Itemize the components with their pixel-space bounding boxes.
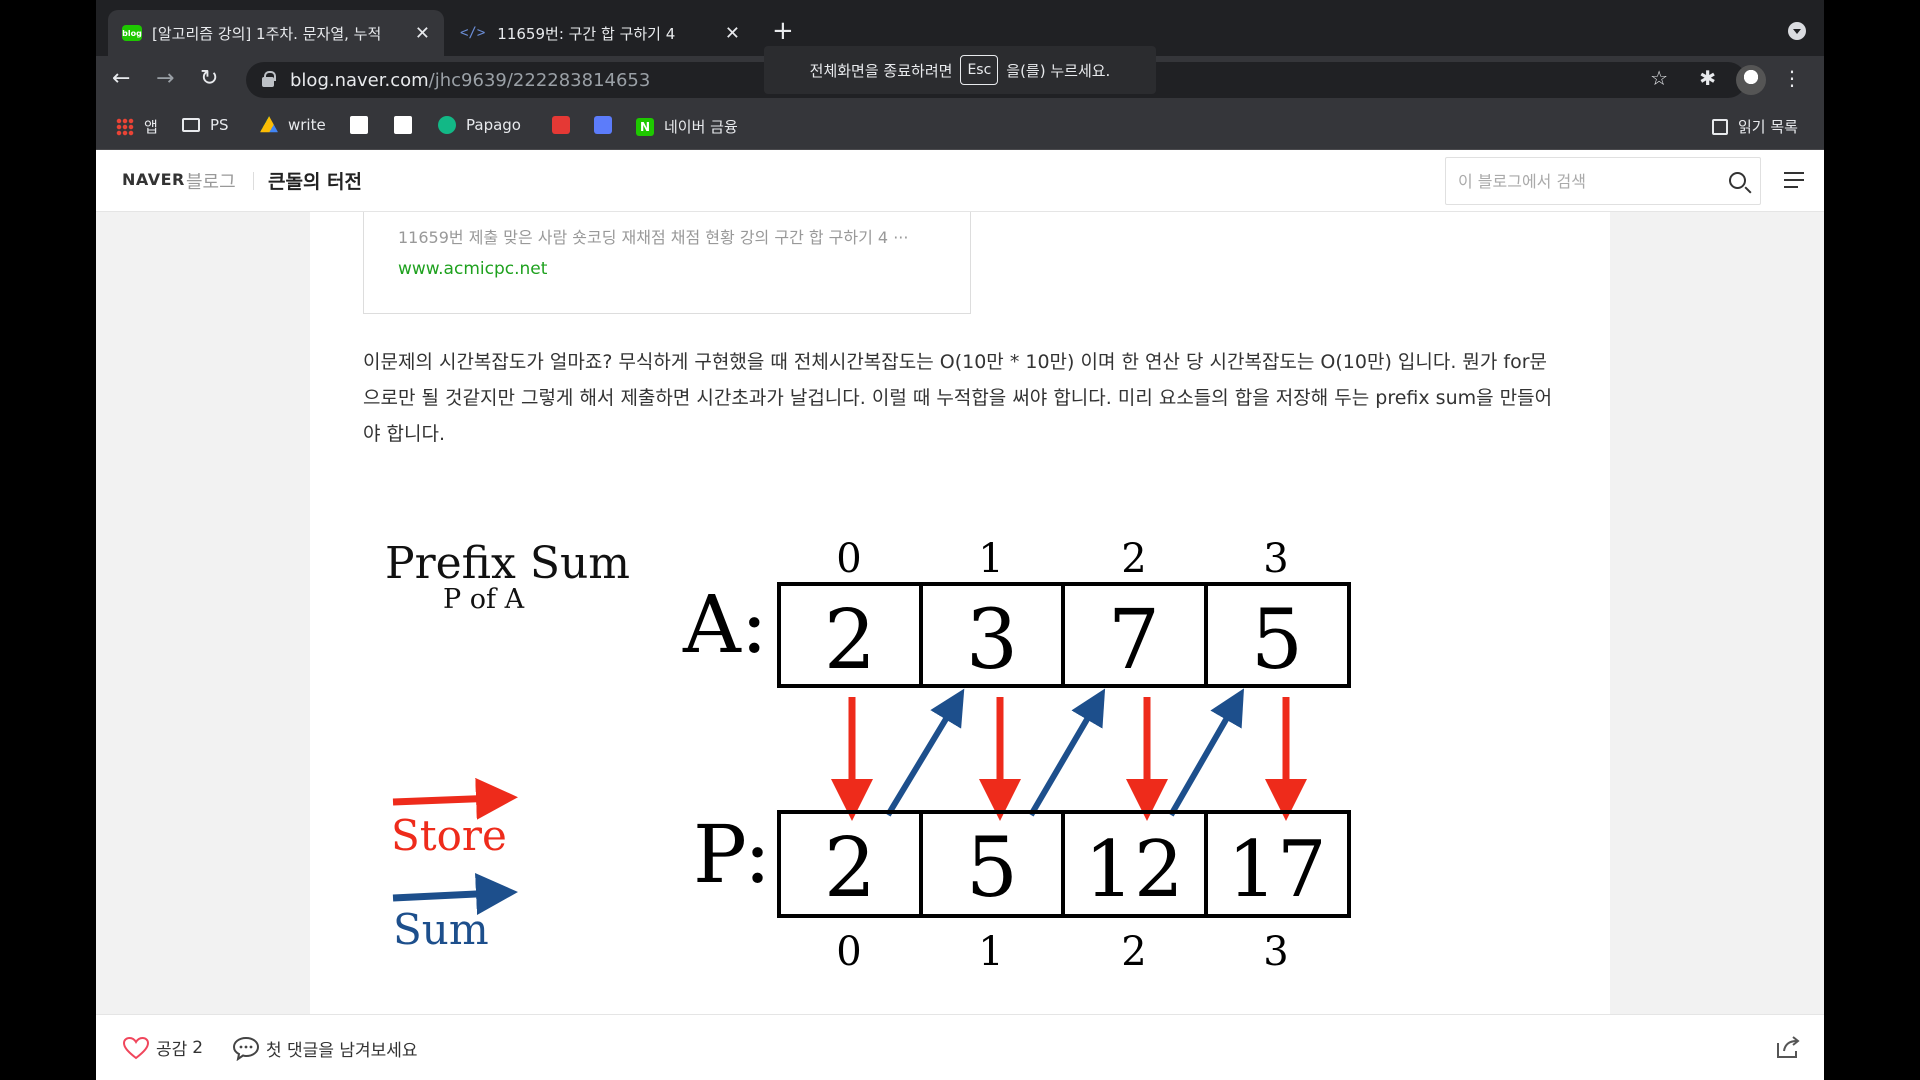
index-label: 2	[1121, 536, 1146, 582]
play-icon	[394, 116, 412, 134]
like-count: 2	[192, 1037, 204, 1058]
site-icon	[594, 116, 612, 134]
like-label: 공감	[156, 1040, 188, 1060]
extensions-icon[interactable]: ✱	[1699, 66, 1716, 90]
reading-list-button[interactable]: 읽기 목록	[1712, 116, 1798, 137]
bookmark-ps[interactable]: PS	[182, 116, 229, 134]
sum-arrow	[885, 688, 965, 817]
forward-arrow-icon[interactable]: →	[156, 66, 174, 91]
link-url[interactable]: www.acmicpc.net	[398, 259, 547, 279]
naver-blog-label[interactable]: 블로그	[186, 168, 236, 194]
profile-avatar[interactable]	[1736, 65, 1766, 95]
sum-arrow	[1168, 688, 1244, 817]
post-paragraph: 이문제의 시간복잡도가 얼마죠? 무식하게 구현했을 때 전체시간복잡도는 O(…	[363, 351, 1553, 445]
diagram-title: Prefix Sum	[385, 538, 630, 589]
toast-text-after: 을(를) 누르세요.	[1006, 61, 1111, 80]
code-icon: </>	[460, 25, 486, 41]
comment-label: 첫 댓글을 남겨보세요	[266, 1040, 418, 1061]
folder-icon	[182, 118, 200, 132]
array-a-label: A:	[682, 578, 768, 671]
index-label: 3	[1263, 536, 1288, 582]
reading-list-icon	[1712, 118, 1728, 135]
bookmark-papago[interactable]: Papago	[438, 116, 521, 134]
hamburger-menu-icon[interactable]	[1784, 172, 1804, 188]
new-tab-button[interactable]: +	[772, 16, 794, 46]
reload-icon[interactable]: ↻	[200, 66, 218, 91]
a-value: 3	[966, 593, 1018, 688]
comment-button[interactable]: 첫 댓글을 남겨보세요	[232, 1035, 418, 1061]
mail-icon	[350, 116, 368, 134]
tab-blog[interactable]: blog [알고리즘 강의] 1주차. 문자열, 누적합 ✕	[108, 10, 444, 56]
bookmark-apps[interactable]: 앱	[116, 116, 158, 137]
p-value: 17	[1227, 825, 1326, 915]
bookmarks-bar: 앱 PS write Papago N 네이버 금융 읽기 목록	[96, 104, 1824, 150]
papago-icon	[438, 116, 456, 134]
heart-icon	[122, 1036, 150, 1059]
star-icon[interactable]: ☆	[1650, 66, 1668, 90]
close-icon[interactable]: ✕	[725, 23, 740, 44]
index-label: 3	[1263, 929, 1288, 975]
p-value: 5	[966, 821, 1018, 916]
bookmark-mail[interactable]	[350, 116, 378, 134]
link-description: 11659번 제출 맞은 사람 숏코딩 재채점 채점 현황 강의 구간 합 구하…	[398, 228, 909, 247]
a-value: 7	[1108, 593, 1160, 688]
bookmark-red[interactable]	[552, 116, 580, 134]
like-button[interactable]: 공감 2	[122, 1035, 203, 1060]
a-value: 5	[1251, 593, 1303, 688]
blog-header: NAVER 블로그 큰돌의 터전	[96, 150, 1824, 212]
array-p-label: P:	[693, 808, 771, 901]
prefix-sum-diagram: Prefix Sum P of A 0 1 2 3 A: 2 3 7 5 P: …	[385, 536, 1351, 975]
tab-title: 11659번: 구간 합 구하기 4	[497, 24, 676, 43]
index-label: 2	[1121, 929, 1146, 975]
comment-icon	[232, 1036, 260, 1061]
index-label: 0	[836, 536, 861, 582]
index-label: 1	[978, 929, 1003, 975]
p-value: 12	[1084, 825, 1183, 915]
share-icon[interactable]	[1774, 1033, 1802, 1061]
toast-text-before: 전체화면을 종료하려면	[809, 61, 953, 80]
index-label: 1	[978, 536, 1003, 582]
naver-blog-icon: blog	[122, 25, 142, 41]
naver-icon: N	[636, 117, 654, 136]
blog-name[interactable]: 큰돌의 터전	[268, 167, 362, 194]
index-label: 0	[836, 929, 861, 975]
bookmark-blue[interactable]	[594, 116, 622, 134]
download-icon	[552, 116, 570, 134]
close-icon[interactable]: ✕	[415, 23, 430, 44]
header-divider	[253, 172, 254, 190]
lock-icon	[262, 71, 276, 87]
url-text: blog.naver.com/jhc9639/222283814653	[290, 69, 651, 91]
tab-search-icon[interactable]	[1788, 22, 1806, 40]
search-icon[interactable]	[1729, 172, 1746, 189]
blog-search-box	[1445, 157, 1761, 205]
post-content: 11659번 제출 맞은 사람 숏코딩 재채점 채점 현황 강의 구간 합 구하…	[310, 212, 1610, 1014]
apps-grid-icon	[116, 117, 134, 136]
link-preview-card[interactable]: 11659번 제출 맞은 사람 숏코딩 재채점 채점 현황 강의 구간 합 구하…	[363, 212, 971, 314]
esc-key-badge: Esc	[960, 55, 999, 85]
fullscreen-exit-toast: 전체화면을 종료하려면 Esc 을(를) 누르세요.	[764, 46, 1156, 94]
browser-window: blog [알고리즘 강의] 1주차. 문자열, 누적합 ✕ </> 11659…	[96, 0, 1824, 1080]
a-value: 2	[824, 593, 876, 688]
more-menu-icon[interactable]: ⋮	[1782, 66, 1802, 90]
post-action-bar: 공감 2 첫 댓글을 남겨보세요	[96, 1014, 1824, 1080]
drive-icon	[260, 116, 278, 133]
bookmark-write[interactable]: write	[260, 116, 326, 134]
sum-arrow	[1028, 688, 1106, 817]
p-value: 2	[824, 821, 876, 916]
legend-sum-arrow	[392, 873, 518, 915]
blog-search-input[interactable]	[1446, 158, 1706, 204]
tab-acmicpc[interactable]: </> 11659번: 구간 합 구하기 4 ✕	[446, 10, 754, 56]
legend-store-arrow	[392, 777, 518, 820]
legend-store-label: Store	[391, 811, 507, 860]
naver-logo[interactable]: NAVER	[122, 170, 185, 189]
bookmark-naver-finance[interactable]: N 네이버 금융	[636, 116, 738, 137]
legend-sum-label: Sum	[393, 905, 489, 954]
back-arrow-icon[interactable]: ←	[112, 66, 130, 91]
bookmark-play[interactable]	[394, 116, 422, 134]
diagram-subtitle: P of A	[443, 584, 525, 615]
tab-title: [알고리즘 강의] 1주차. 문자열, 누적합	[152, 24, 382, 43]
